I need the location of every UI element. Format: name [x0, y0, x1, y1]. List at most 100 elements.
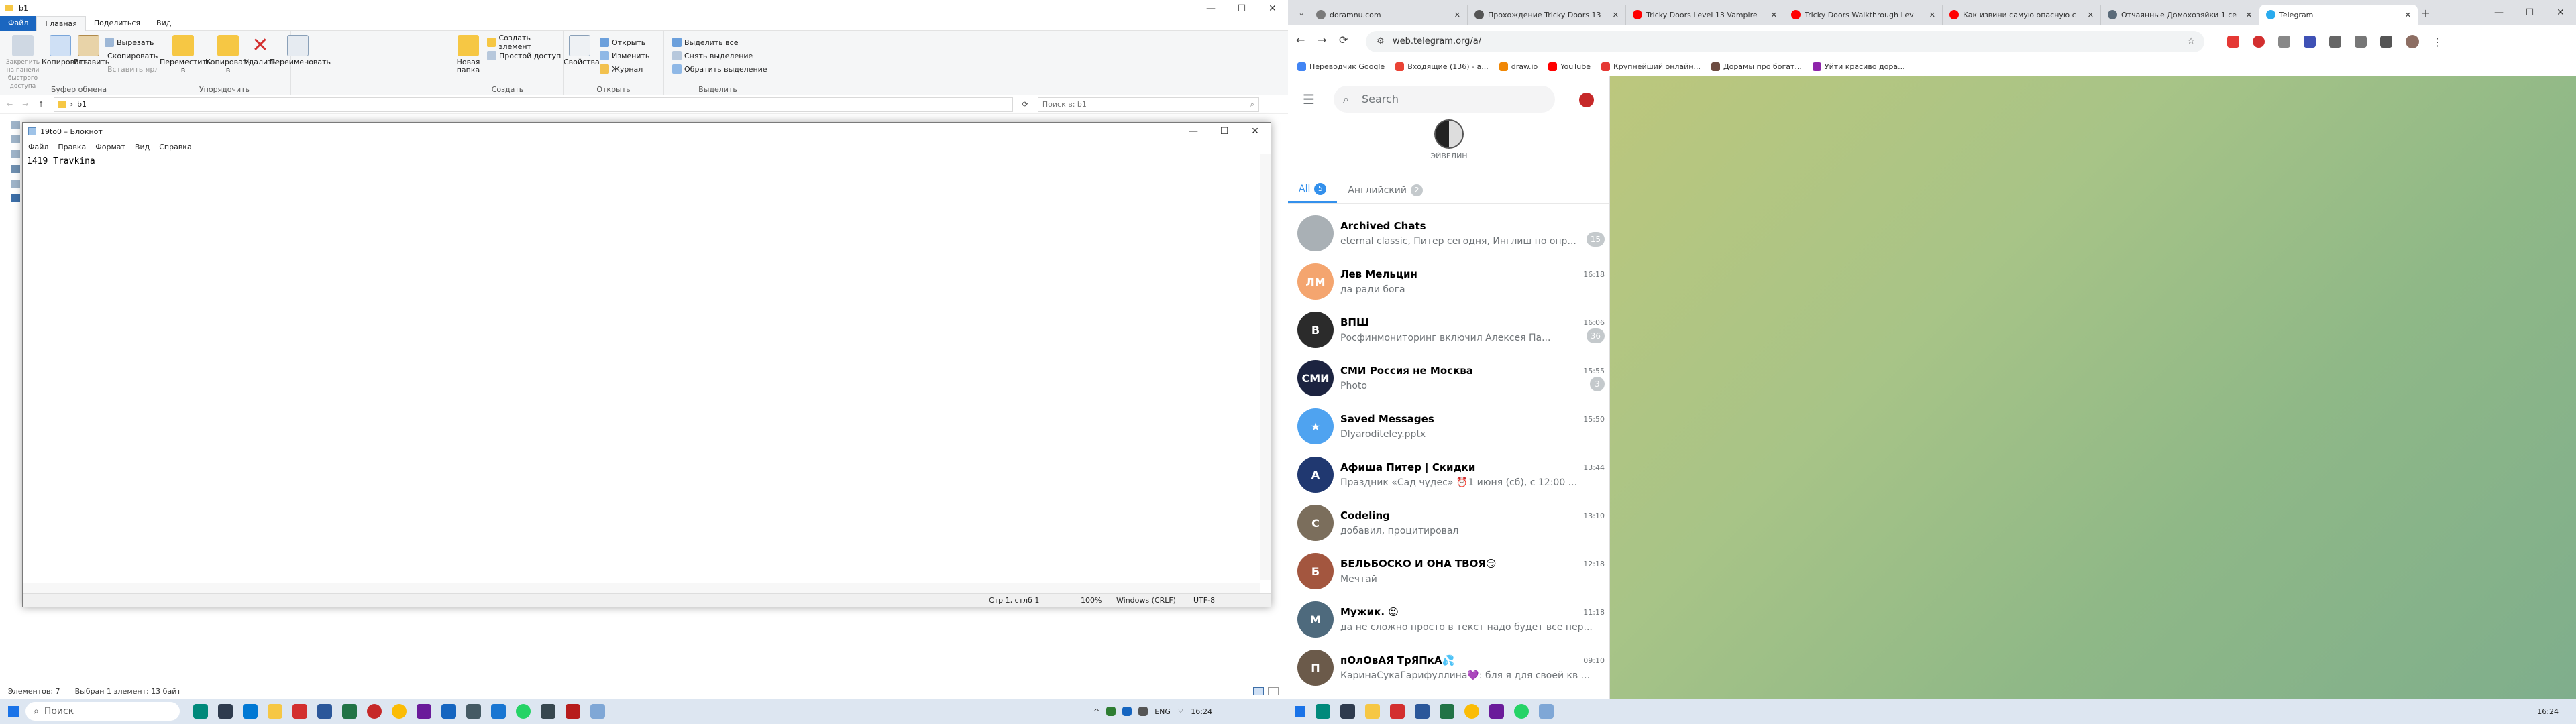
bookmark-item[interactable]: Дорамы про богат...	[1711, 62, 1802, 71]
app-icon[interactable]	[218, 704, 233, 719]
new-folder-button[interactable]: Новая папка	[452, 35, 484, 74]
app-icon[interactable]	[466, 704, 481, 719]
hamburger-menu-icon[interactable]: ☰	[1303, 91, 1315, 107]
folder-tab-english[interactable]: Английский 2	[1337, 178, 1434, 203]
history-button[interactable]: Журнал	[600, 63, 643, 75]
tab-close-icon[interactable]: ✕	[2405, 11, 2411, 19]
search-field[interactable]: Поиск в: b1 ⌕	[1037, 97, 1259, 112]
app-icon[interactable]	[193, 704, 208, 719]
chat-item[interactable]: C Codeling 13:10 добавил, процитировал	[1288, 499, 1609, 547]
chat-item[interactable]: Archived Chats eternal classic, Питер се…	[1288, 209, 1609, 257]
app-icon[interactable]	[1390, 704, 1405, 719]
clock[interactable]: 16:24	[1191, 707, 1212, 716]
app-icon[interactable]	[1489, 704, 1504, 719]
close-button[interactable]: ✕	[2545, 4, 2576, 21]
tab-home[interactable]: Главная	[36, 15, 86, 31]
cut-button[interactable]: Вырезать	[105, 36, 154, 48]
app-icon[interactable]	[491, 704, 506, 719]
adblock-icon[interactable]	[2227, 36, 2239, 48]
browser-tab[interactable]: doramnu.com ✕	[1309, 5, 1468, 25]
nav-item-icon[interactable]	[11, 180, 20, 188]
up-arrow-icon[interactable]: ↑	[38, 100, 44, 109]
profile-avatar[interactable]	[1579, 93, 1594, 107]
app-icon[interactable]	[1340, 704, 1355, 719]
tray-arrow-icon[interactable]: ^	[1093, 707, 1099, 716]
chat-item[interactable]: А Афиша Питер | Скидки 13:44 Праздник «Са…	[1288, 450, 1609, 499]
nav-item-icon[interactable]	[11, 121, 20, 129]
app-icon[interactable]	[441, 704, 456, 719]
close-button[interactable]: ✕	[1240, 123, 1271, 140]
forward-arrow-icon[interactable]: →	[1318, 34, 1326, 46]
tab-close-icon[interactable]: ✕	[1454, 11, 1460, 19]
taskbar-search[interactable]: ⌕ Поиск	[25, 702, 180, 721]
tab-search-icon[interactable]: ⌄	[1293, 9, 1309, 17]
chat-item[interactable]: П пОлОвАЯ ТрЯПкА💦 09:10 КаринаСукаГарифул…	[1288, 644, 1609, 692]
select-none-button[interactable]: Снять выделение	[672, 50, 753, 62]
app-icon[interactable]	[292, 704, 307, 719]
notepad-icon[interactable]	[590, 704, 605, 719]
site-info-icon[interactable]: ⚙	[1377, 31, 1385, 52]
tab-close-icon[interactable]: ✕	[2088, 11, 2094, 19]
chrome-icon[interactable]	[1464, 704, 1479, 719]
open-button[interactable]: Открыть	[600, 36, 645, 48]
browser-tab[interactable]: Tricky Doors Walkthrough Lev ✕	[1784, 5, 1943, 25]
nav-item-icon[interactable]	[11, 150, 20, 158]
bookmark-item[interactable]: Переводчик Google	[1297, 62, 1385, 71]
puzzle-icon[interactable]	[2355, 36, 2367, 48]
tab-share[interactable]: Поделиться	[86, 16, 148, 31]
app-icon[interactable]	[367, 704, 382, 719]
properties-button[interactable]: Свойства	[564, 35, 600, 66]
network-icon[interactable]: ⌔	[1177, 707, 1184, 716]
tab-close-icon[interactable]: ✕	[1929, 11, 1935, 19]
maximize-button[interactable]: ☐	[1226, 0, 1257, 17]
tab-view[interactable]: Вид	[148, 16, 179, 31]
chat-item[interactable]: СМИ СМИ Россия не Москва 15:55 Photo 3	[1288, 354, 1609, 402]
browser-tab[interactable]: Как извини самую опасную с ✕	[1943, 5, 2101, 25]
menu-kebab-icon[interactable]: ⋮	[2432, 36, 2443, 48]
story-avatar[interactable]	[1434, 119, 1464, 149]
tab-close-icon[interactable]: ✕	[1613, 11, 1619, 19]
tray-icon[interactable]	[1122, 707, 1132, 716]
paste-button[interactable]: Вставить	[74, 35, 109, 66]
tray-icon[interactable]	[1106, 707, 1116, 716]
profile-avatar[interactable]	[2406, 35, 2419, 48]
select-all-button[interactable]: Выделить все	[672, 36, 738, 48]
maximize-button[interactable]: ☐	[1209, 123, 1240, 140]
extension-icon[interactable]	[2304, 36, 2316, 48]
extension-icon[interactable]	[2329, 36, 2341, 48]
forward-arrow-icon[interactable]: →	[22, 100, 28, 109]
menu-format[interactable]: Формат	[95, 143, 125, 152]
language-indicator[interactable]: ENG	[1155, 707, 1171, 716]
chrome-icon[interactable]	[392, 704, 407, 719]
menu-view[interactable]: Вид	[135, 143, 150, 152]
rename-button[interactable]: Переименовать	[270, 35, 331, 66]
minimize-button[interactable]: —	[1195, 0, 1226, 17]
menu-file[interactable]: Файл	[28, 143, 48, 152]
clock-right[interactable]: 16:24	[2537, 707, 2559, 716]
extension-icon[interactable]	[2278, 36, 2290, 48]
bookmark-star-icon[interactable]: ☆	[2187, 31, 2195, 52]
folder-icon[interactable]	[1365, 704, 1380, 719]
chat-item[interactable]: М Мужик. 😉 11:18 да не сложно просто в те…	[1288, 595, 1609, 644]
excel-icon[interactable]	[1440, 704, 1454, 719]
app-icon[interactable]	[243, 704, 258, 719]
download-icon[interactable]	[2380, 36, 2392, 48]
invert-select-button[interactable]: Обратить выделение	[672, 63, 767, 75]
bookmark-item[interactable]: Входящие (136) - a...	[1395, 62, 1489, 71]
back-arrow-icon[interactable]: ←	[1296, 34, 1305, 46]
whatsapp-icon[interactable]	[516, 704, 531, 719]
minimize-button[interactable]: —	[2483, 4, 2514, 21]
new-tab-button[interactable]: +	[2418, 7, 2434, 19]
bookmark-item[interactable]: draw.io	[1499, 62, 1538, 71]
edit-button[interactable]: Изменить	[600, 50, 649, 62]
address-field[interactable]: › b1	[53, 97, 1013, 112]
close-button[interactable]: ✕	[1257, 0, 1288, 17]
windows-start-icon[interactable]	[8, 706, 19, 717]
menu-edit[interactable]: Правка	[58, 143, 86, 152]
app-icon[interactable]	[1316, 704, 1330, 719]
notepad-icon[interactable]	[1539, 704, 1554, 719]
easy-access-button[interactable]: Простой доступ	[487, 50, 561, 62]
details-view-icon[interactable]	[1253, 687, 1264, 695]
nav-item-icon[interactable]	[11, 194, 20, 202]
tiles-view-icon[interactable]	[1268, 687, 1279, 695]
